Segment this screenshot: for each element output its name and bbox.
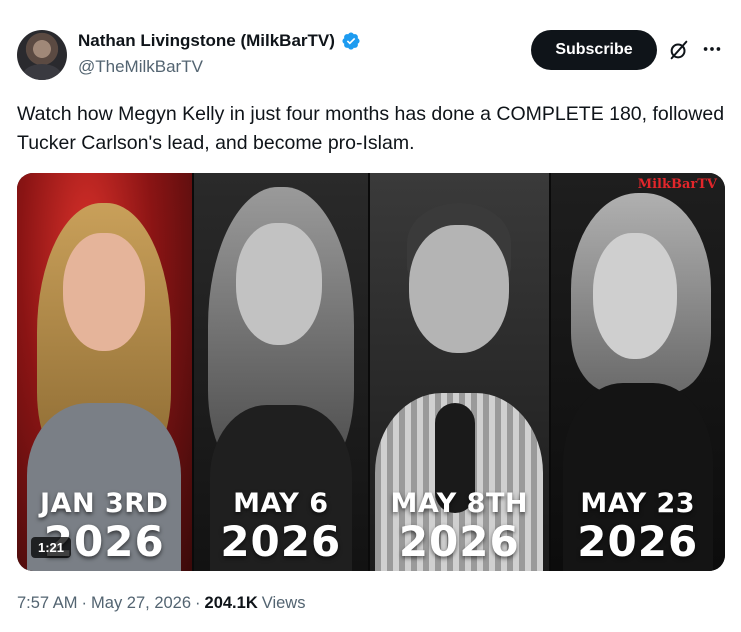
views-label: Views	[261, 594, 306, 612]
views-count[interactable]: 204.1K	[205, 594, 258, 613]
face	[409, 225, 510, 353]
date-line1: MAY 23	[580, 488, 696, 519]
video-panel-1: JAN 3RD 2026	[17, 173, 192, 571]
tweet-date[interactable]: May 27, 2026	[91, 594, 191, 613]
meta-separator: ·	[195, 594, 201, 612]
video-player[interactable]: JAN 3RD 2026 MAY 6 2026 MAY 8TH 2026 Mil…	[17, 173, 725, 571]
author-avatar[interactable]	[17, 30, 67, 80]
date-line1: JAN 3RD	[40, 488, 169, 519]
tweet-meta: 7:57 AM · May 27, 2026 · 204.1K Views	[17, 594, 305, 613]
author-handle[interactable]: @TheMilkBarTV	[78, 57, 203, 77]
meta-separator: ·	[81, 594, 88, 612]
video-panel-2: MAY 6 2026	[193, 173, 369, 571]
more-icon[interactable]	[701, 38, 723, 60]
face	[592, 233, 677, 359]
video-duration-badge: 1:21	[31, 537, 72, 558]
avatar-shirt	[23, 64, 61, 80]
date-line1: MAY 8TH	[390, 488, 528, 519]
grok-icon[interactable]	[668, 39, 690, 61]
date-line2: 2026	[398, 517, 520, 566]
face	[63, 233, 146, 351]
video-panel-4: MilkBarTV MAY 23 2026	[550, 173, 726, 571]
tweet-time[interactable]: 7:57 AM	[17, 594, 78, 613]
date-label: MAY 8TH 2026	[370, 489, 548, 565]
verified-badge-icon[interactable]	[341, 31, 361, 51]
video-panel-3: MAY 8TH 2026	[370, 173, 549, 571]
subscribe-button[interactable]: Subscribe	[531, 30, 657, 70]
face	[235, 223, 322, 345]
date-label: MAY 6 2026	[194, 489, 369, 565]
video-watermark: MilkBarTV	[637, 177, 718, 192]
author-name-row: Nathan Livingstone (MilkBarTV)	[78, 31, 361, 51]
date-line1: MAY 6	[233, 488, 329, 519]
date-line2: 2026	[220, 517, 342, 566]
date-label: MAY 23 2026	[551, 489, 726, 565]
tweet-text: Watch how Megyn Kelly in just four month…	[17, 103, 725, 154]
date-line2: 2026	[577, 517, 699, 566]
author-display-name[interactable]: Nathan Livingstone (MilkBarTV)	[78, 31, 335, 51]
